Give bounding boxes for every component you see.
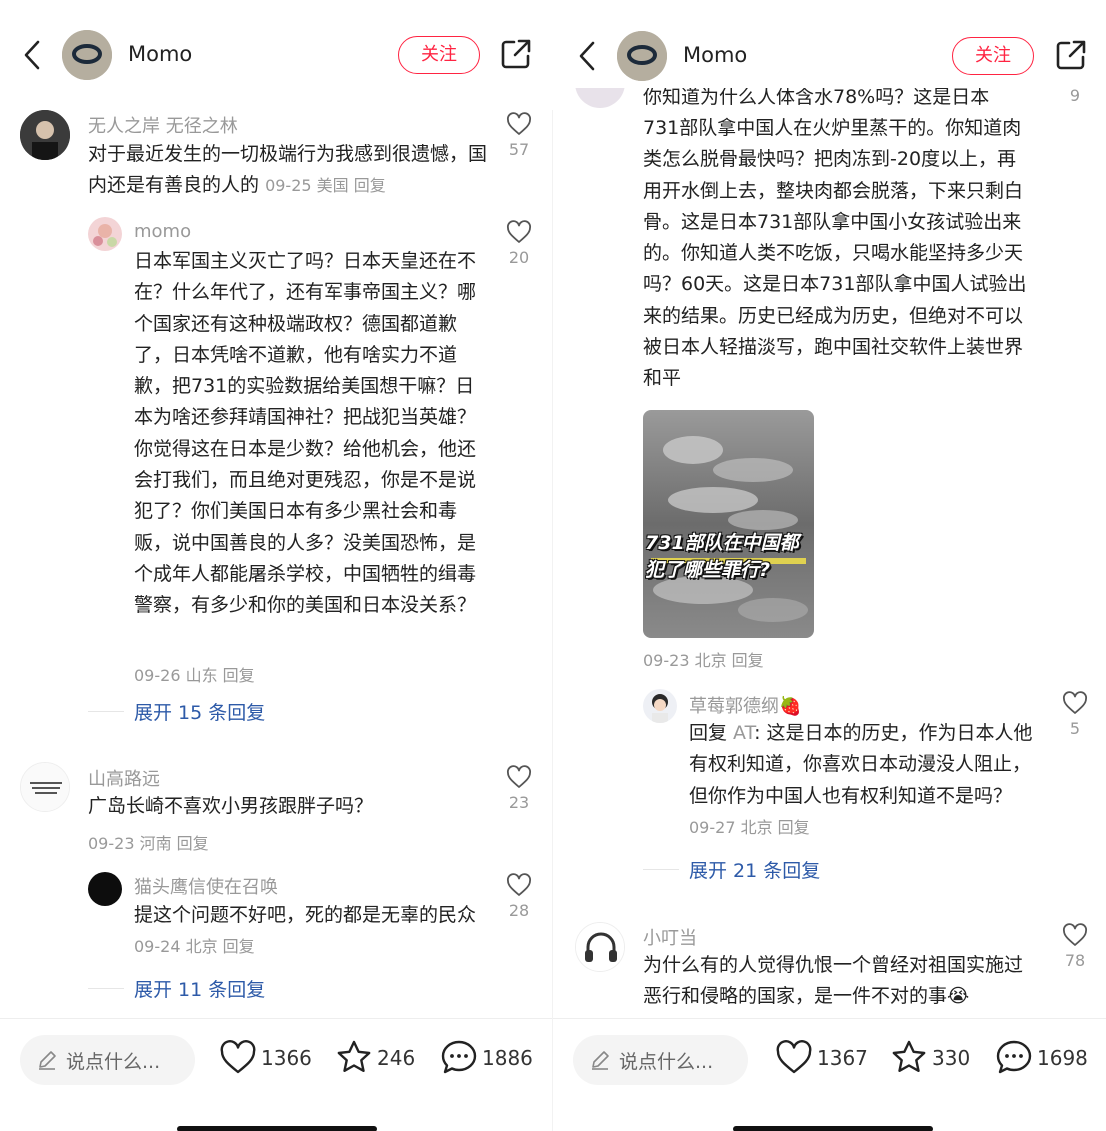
like-button[interactable]: 78 [1055,923,1095,970]
home-indicator [733,1126,933,1131]
like-button[interactable]: 23 [499,765,539,812]
like-button[interactable]: 5 [1055,691,1095,738]
avatar[interactable] [88,217,122,251]
like-count: 78 [1064,951,1086,970]
avatar[interactable] [88,872,122,906]
comment-bubble-icon [441,1040,477,1074]
like-button[interactable]: 28 [499,873,539,920]
comment-text[interactable]: 为什么有的人觉得仇恨一个曾经对祖国实施过恶行和侵略的国家，是一件不对的事😭 [643,950,1038,1013]
follow-button[interactable]: 关注 [398,36,480,74]
author-avatar[interactable] [617,31,667,81]
comment-meta: 09-23 北京 回复 [643,651,764,670]
comment-input[interactable]: 说点什么... [573,1035,748,1085]
image-caption: 731部队在中国都犯了哪些罪行? [645,532,799,581]
expand-replies-link[interactable]: 展开 21 条回复 [689,856,820,883]
star-icon [337,1040,371,1072]
heart-icon [507,873,531,896]
comment-text[interactable]: 日本军国主义灭亡了吗？日本天皇还在不在？什么年代了，还有军事帝国主义？哪个国家还… [134,246,482,622]
author-avatar[interactable] [62,30,112,80]
pencil-icon [39,1051,56,1070]
expand-replies-link[interactable]: 展开 15 条回复 [134,698,265,725]
share-icon[interactable] [1055,39,1087,71]
comment-input[interactable]: 说点什么... [20,1035,195,1085]
like-count: 23 [508,793,530,812]
home-indicator [177,1126,377,1131]
expand-divider [643,869,679,870]
comment-meta: 09-27 北京 回复 [689,817,810,837]
favorite-count: 330 [932,1046,971,1070]
left-screenshot: Momo 关注 无人之岸 无径之林 对于最近发生的一切极端行为我感到很遗憾，国内… [0,0,553,1131]
heart-icon [507,765,531,788]
expand-replies-link[interactable]: 展开 11 条回复 [134,975,265,1002]
follow-button[interactable]: 关注 [952,37,1034,75]
comment-count: 1698 [1037,1046,1088,1070]
bottom-action-bar: 说点什么... 1367 330 1698 [553,1018,1106,1131]
heart-icon [1063,923,1087,946]
comment-text[interactable]: 提这个问题不好吧，死的都是无辜的民众 09-24 北京 回复 [134,900,484,963]
heart-icon [507,220,531,243]
post-like-count: 1366 [261,1046,312,1070]
favorite-count: 246 [377,1046,416,1070]
back-arrow-icon[interactable] [20,38,44,72]
comment-placeholder: 说点什么... [66,1051,161,1073]
comment-text[interactable]: 回复 AT: 这是日本的历史，作为日本人他有权利知道，你喜欢日本动漫没人阻止，但… [689,718,1039,843]
post-like-count: 1367 [817,1046,868,1070]
like-count: 5 [1069,719,1081,738]
comment-image[interactable] [643,410,814,638]
comment-count: 1886 [482,1046,533,1070]
top-bar: Momo 关注 [553,0,1106,88]
comment-username[interactable]: 山高路远 [88,765,160,791]
avatar[interactable] [20,762,70,812]
comment-username[interactable]: 小叮当 [643,924,697,950]
author-name[interactable]: Momo [683,43,747,67]
heart-icon [220,1040,256,1074]
like-button[interactable]: 57 [499,112,539,159]
avatar[interactable] [20,110,70,160]
heart-icon [776,1040,812,1074]
heart-icon [507,112,531,135]
like-count: 9 [1069,86,1081,105]
expand-divider [88,711,124,712]
star-icon [892,1040,926,1072]
like-count: 57 [508,140,530,159]
comment-meta: 09-23 河南 回复 [88,834,209,853]
comment-username[interactable]: momo [134,221,191,242]
author-name[interactable]: Momo [128,42,192,66]
back-arrow-icon[interactable] [575,39,599,73]
comment-bubble-icon [996,1040,1032,1074]
comment-username[interactable]: 草莓郭德纲🍓 [689,692,801,718]
expand-divider [88,988,124,989]
like-count: 20 [508,248,530,267]
comment-meta: 09-26 山东 回复 [134,666,255,685]
comment-text[interactable]: 对于最近发生的一切极端行为我感到很遗憾，国内还是有善良的人的 09-25 美国 … [88,139,488,202]
pencil-icon [592,1051,609,1070]
comment-placeholder: 说点什么... [619,1051,714,1073]
comment-username[interactable]: 猫头鹰信使在召唤 [134,873,278,899]
heart-icon [1063,691,1087,714]
right-screenshot: 你知道为什么人体含水78%吗？这是日本 9 731部队拿中国人在火炉里蒸干的。你… [553,0,1106,1131]
reply-mention[interactable]: AT [733,722,754,744]
like-count: 28 [508,901,530,920]
comment-meta: 09-24 北京 回复 [134,937,255,957]
bottom-action-bar: 说点什么... 1366 246 1886 [0,1018,553,1131]
top-bar: Momo 关注 [0,0,553,110]
comment-username[interactable]: 无人之岸 无径之林 [88,112,238,138]
comment-meta: 09-25 美国 回复 [265,176,386,196]
avatar[interactable] [643,689,677,723]
share-icon[interactable] [500,38,532,70]
like-button[interactable]: 20 [499,220,539,267]
avatar[interactable] [575,922,625,972]
comment-text[interactable]: 731部队拿中国人在火炉里蒸干的。你知道肉类怎么脱骨最快吗？把肉冻到-20度以上… [643,113,1035,395]
comment-text[interactable]: 广岛长崎不喜欢小男孩跟胖子吗？ [88,791,488,822]
